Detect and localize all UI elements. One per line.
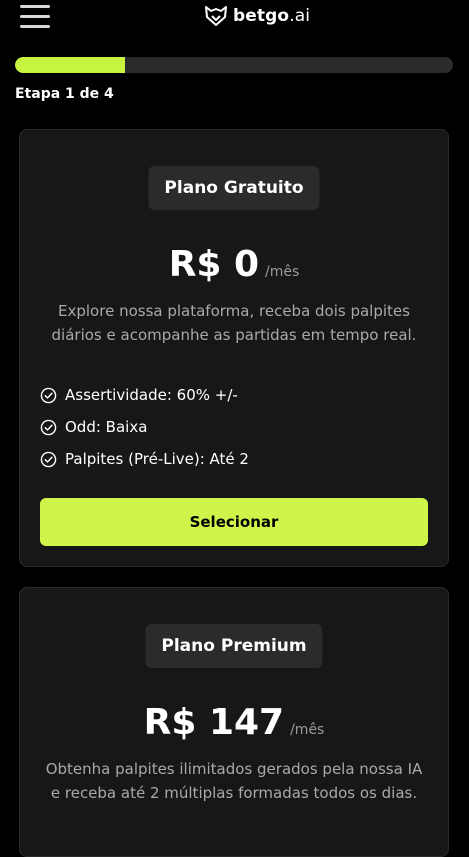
select-plan-button[interactable]: Selecionar bbox=[40, 498, 428, 546]
plan-description: Obtenha palpites ilimitados gerados pela… bbox=[45, 760, 423, 802]
brand-name: betgo.ai bbox=[233, 6, 311, 26]
plan-title: Plano Gratuito bbox=[148, 166, 320, 210]
price-period: /mês bbox=[265, 264, 300, 280]
hamburger-menu-icon[interactable] bbox=[20, 4, 50, 30]
top-bar: betgo.ai bbox=[0, 0, 469, 36]
plan-description: Explore nossa plataforma, receba dois pa… bbox=[51, 302, 417, 344]
plan-price: R$ 147 bbox=[143, 702, 285, 743]
plan-card-free: Plano Gratuito R$ 0/mês Explore nossa pl… bbox=[19, 129, 449, 567]
check-circle-icon bbox=[40, 387, 57, 403]
plan-title: Plano Premium bbox=[145, 624, 323, 668]
feature-item: Palpites (Pré-Live): Até 2 bbox=[40, 443, 249, 475]
progress-bar bbox=[15, 57, 453, 73]
plan-card-premium: Plano Premium R$ 147/mês Obtenha palpite… bbox=[19, 587, 449, 857]
hamburger-line bbox=[20, 25, 50, 28]
price-row: R$ 0/mês bbox=[20, 244, 448, 285]
hamburger-line bbox=[20, 5, 50, 8]
check-circle-icon bbox=[40, 451, 57, 467]
feature-label: Assertividade: 60% +/- bbox=[65, 386, 238, 404]
price-period: /mês bbox=[290, 722, 325, 738]
brand-logo[interactable]: betgo.ai bbox=[204, 4, 310, 28]
feature-label: Odd: Baixa bbox=[65, 418, 148, 436]
progress-bar-fill bbox=[15, 57, 125, 73]
plan-price: R$ 0 bbox=[168, 244, 260, 285]
step-indicator: Etapa 1 de 4 bbox=[15, 86, 114, 102]
feature-item: Odd: Baixa bbox=[40, 411, 249, 443]
price-row: R$ 147/mês bbox=[20, 702, 448, 743]
fox-icon bbox=[205, 6, 227, 26]
feature-list: Assertividade: 60% +/- Odd: Baixa Palpit… bbox=[40, 379, 249, 475]
feature-item: Assertividade: 60% +/- bbox=[40, 379, 249, 411]
hamburger-line bbox=[20, 15, 50, 18]
feature-label: Palpites (Pré-Live): Até 2 bbox=[65, 450, 249, 468]
check-circle-icon bbox=[40, 419, 57, 435]
